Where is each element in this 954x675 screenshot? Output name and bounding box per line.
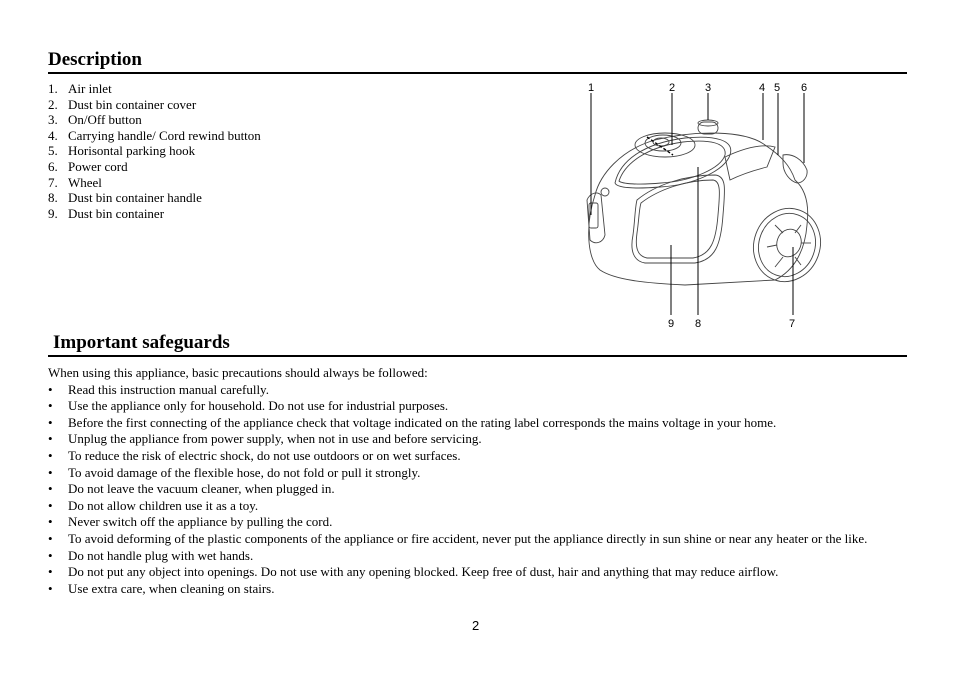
description-item: 9. Dust bin container <box>48 205 165 221</box>
description-list: 1. Air inlet 2. Dust bin container cover 3… <box>48 81 261 221</box>
safeguard-item: • Do not put any object into openings. Do… <box>48 564 779 580</box>
callout-leader-lines <box>590 93 805 315</box>
safeguard-item: • Never switch off the appliance by pulli… <box>48 514 333 530</box>
safeguard-item: • Use the appliance only for household. D… <box>48 398 449 414</box>
description-item: 1. Air inlet <box>48 81 112 96</box>
vacuum-body-drawing <box>586 119 821 286</box>
safeguard-item: • Read this instruction manual carefully. <box>48 381 269 397</box>
description-heading: Description <box>48 49 142 70</box>
callout-8: 8 <box>695 318 701 330</box>
description-item: 2. Dust bin container cover <box>48 96 197 112</box>
callout-7: 7 <box>789 318 795 330</box>
callout-2: 2 <box>669 82 675 94</box>
callout-6: 6 <box>801 82 807 94</box>
callout-1: 1 <box>588 82 594 94</box>
callout-4: 4 <box>759 82 765 94</box>
safeguard-item: • To reduce the risk of electric shock, d… <box>48 447 461 463</box>
callout-9: 9 <box>668 318 674 330</box>
safeguard-item: • Do not leave the vacuum cleaner, when p… <box>48 481 335 497</box>
page-number: 2 <box>472 618 480 633</box>
description-item: 5. Horisontal parking hook <box>48 143 196 159</box>
description-item: 4. Carrying handle/ Cord rewind button <box>48 127 261 143</box>
callout-5: 5 <box>774 82 780 94</box>
safeguard-item: • To avoid damage of the flexible hose, d… <box>48 464 421 480</box>
safeguard-item: • Unplug the appliance from power supply,… <box>48 431 482 447</box>
safeguard-item: • Do not allow children use it as a toy. <box>48 497 259 513</box>
safeguards-list: • Read this instruction manual carefully.… <box>48 382 867 598</box>
callout-3: 3 <box>705 82 711 94</box>
safeguard-item: • To avoid deforming of the plastic compo… <box>48 530 868 546</box>
description-item: 6. Power cord <box>48 158 128 174</box>
vacuum-cleaner-diagram: 1 2 3 4 5 6 7 8 9 <box>586 82 821 330</box>
description-item: 7. Wheel <box>48 174 102 190</box>
safeguard-item: • Do not handle plug with wet hands. <box>48 547 254 563</box>
safeguards-rule <box>48 355 907 357</box>
safeguard-item: • Before the first connecting of the appl… <box>48 414 777 430</box>
description-item: 3. On/Off button <box>48 112 142 128</box>
safeguard-item: • Use extra care, when cleaning on stairs… <box>48 580 275 596</box>
safeguards-heading: Important safeguards <box>53 332 230 353</box>
description-item: 8. Dust bin container handle <box>48 190 202 206</box>
description-rule <box>48 72 907 74</box>
safeguards-intro: When using this appliance, basic precaut… <box>48 365 428 380</box>
